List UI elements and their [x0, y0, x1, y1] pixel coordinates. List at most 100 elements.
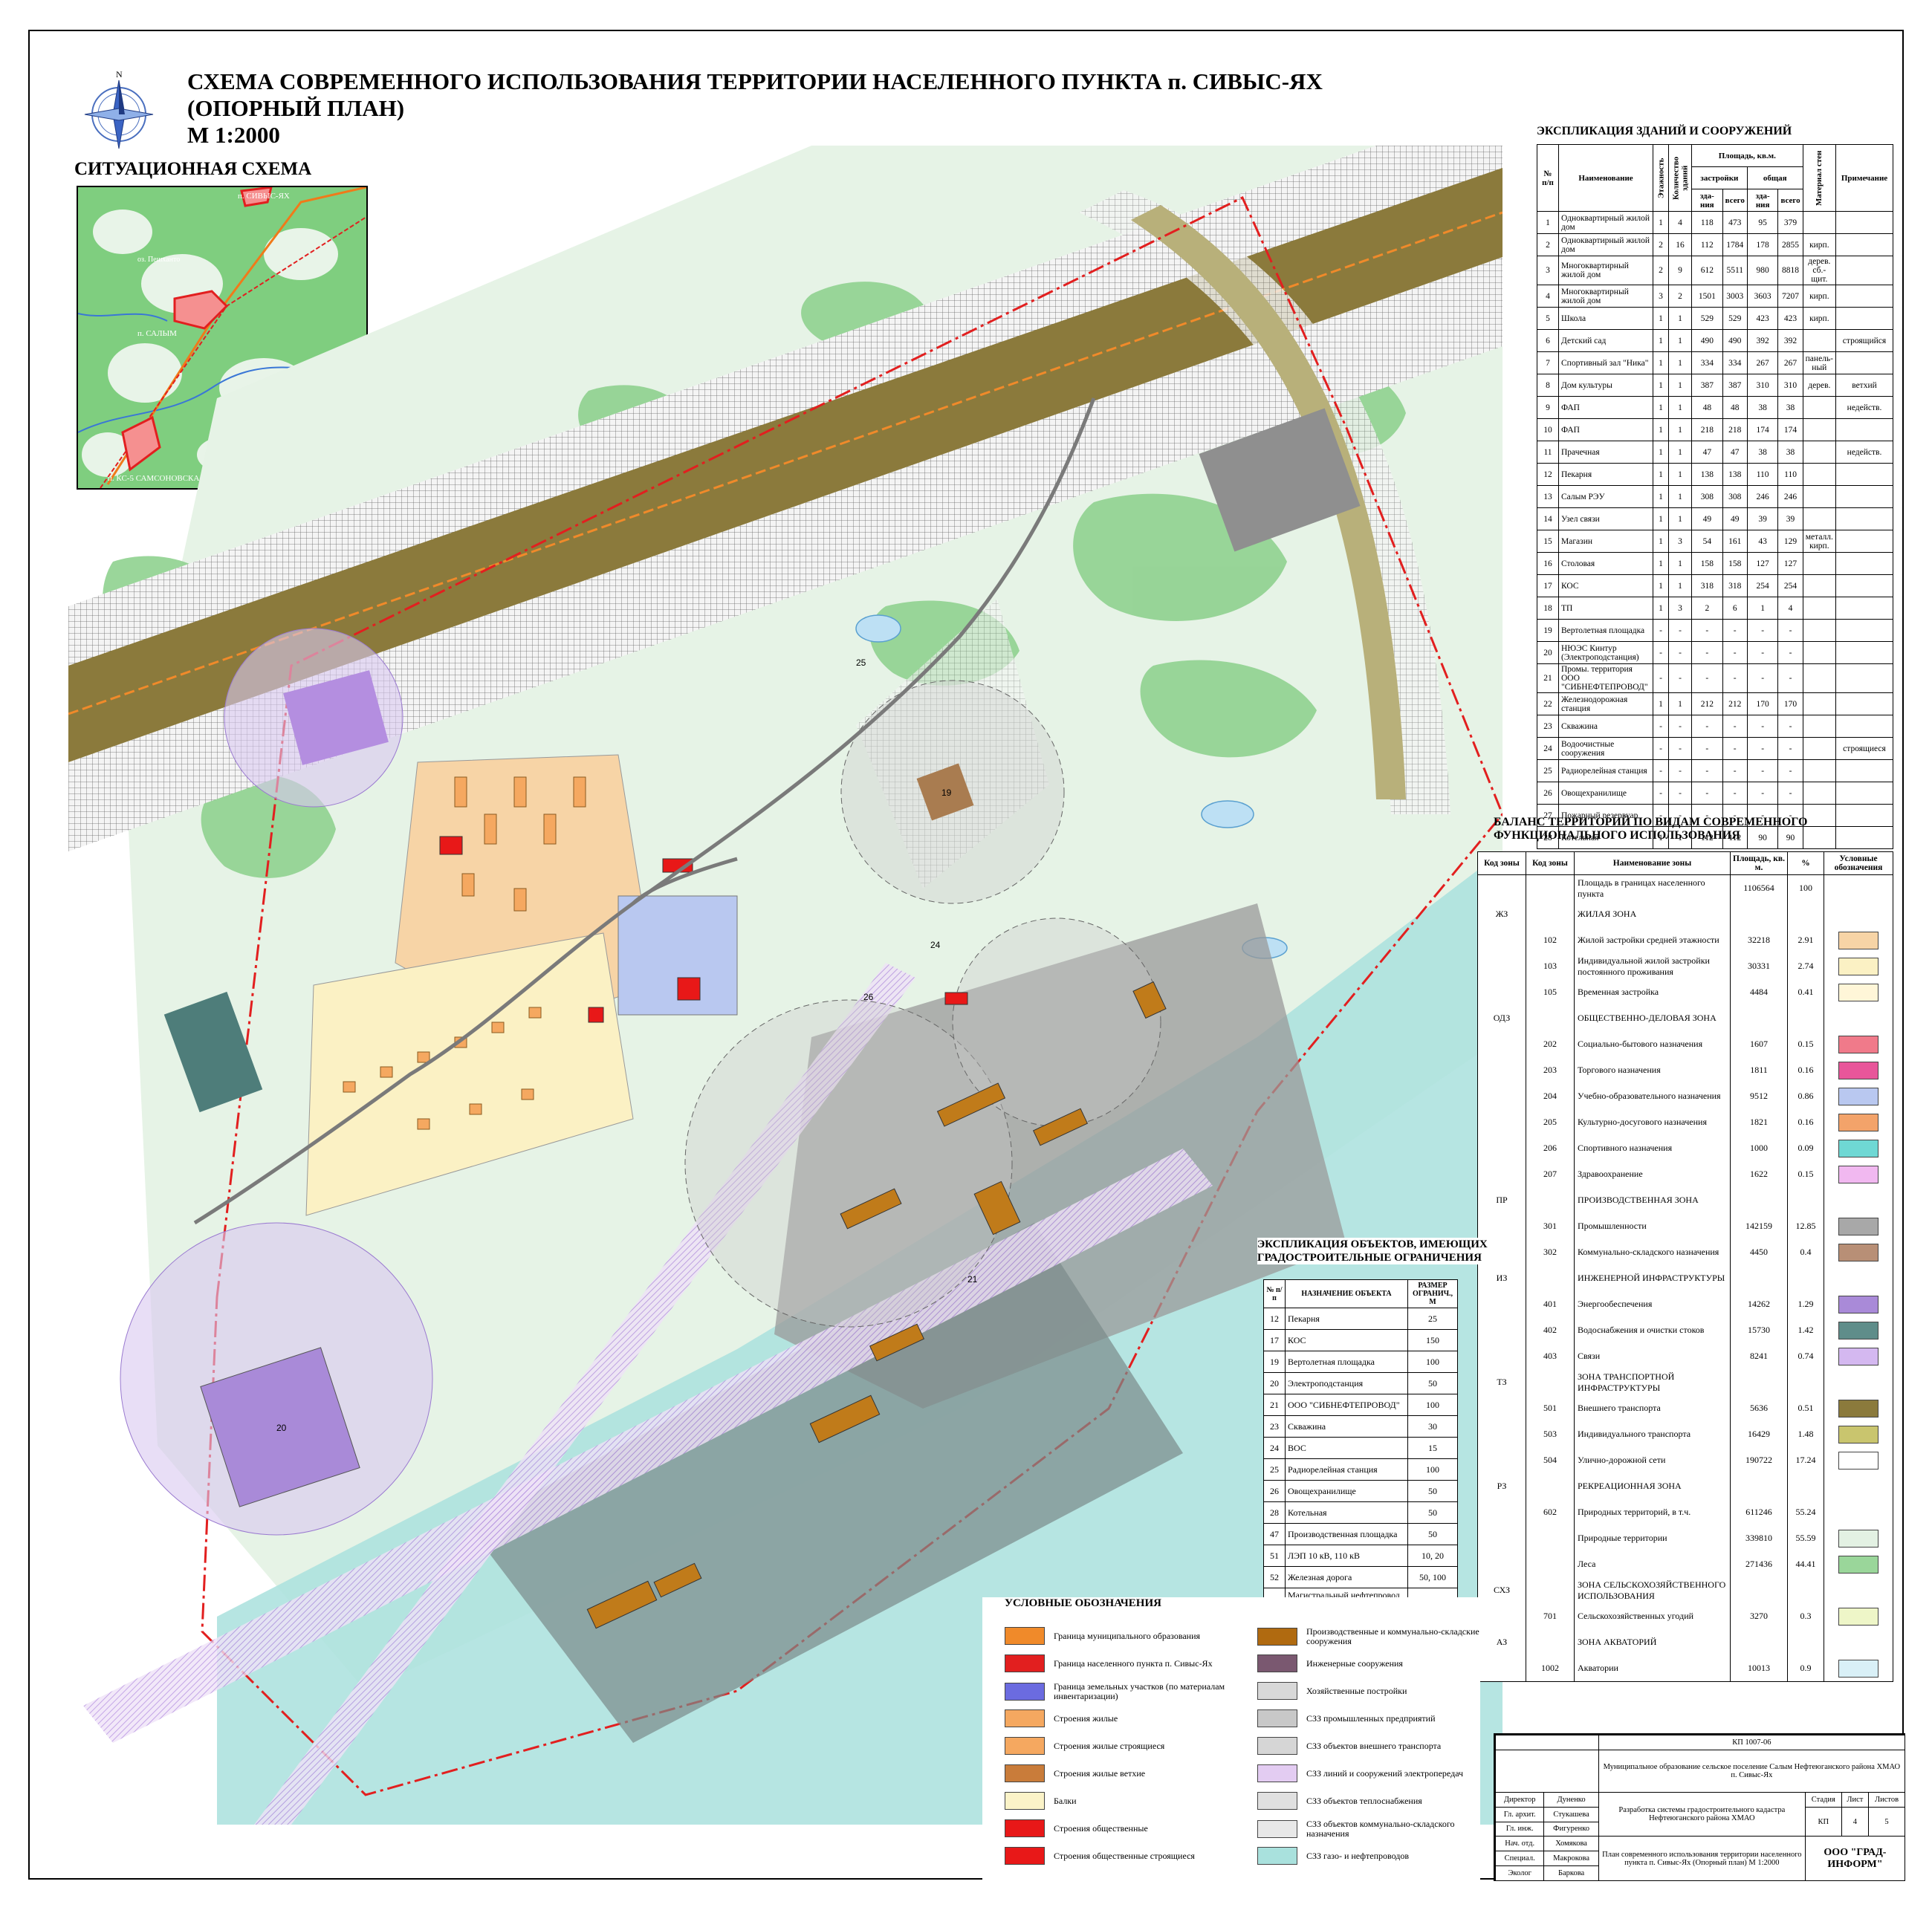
- legend-label: Строения жилые: [1054, 1712, 1118, 1724]
- balance-row: 103 Индивидуальной жилой застройки постоя…: [1477, 953, 1893, 979]
- objects-cell: Скважина: [1285, 1415, 1408, 1438]
- objects-cell: 50: [1407, 1372, 1458, 1394]
- explication-cell: [1835, 256, 1893, 285]
- explication-row: 21 Промы. территория ООО "СИБНЕФТЕПРОВОД"…: [1537, 663, 1893, 693]
- explication-cell: -: [1722, 641, 1748, 664]
- balance-cell-name: Площадь в границах населенного пункта: [1574, 874, 1731, 901]
- explication-cell: Многоквартирный жилой дом: [1558, 285, 1653, 308]
- balance-cell-pct: [1787, 1369, 1824, 1395]
- balance-cell-c: 105: [1526, 979, 1575, 1005]
- legend-swatch: [1257, 1737, 1297, 1755]
- col-built: застройки: [1691, 166, 1748, 189]
- explication-cell: [1802, 507, 1837, 530]
- explication-cell: -: [1746, 641, 1779, 664]
- svg-text:N: N: [116, 69, 123, 79]
- balance-cell-z: [1477, 1317, 1526, 1343]
- obj-col-name: НАЗНАЧЕНИЕ ОБЪЕКТА: [1285, 1279, 1408, 1308]
- explication-cell: Радиорелейная станция: [1558, 759, 1653, 782]
- balance-cell-area: 14262: [1730, 1291, 1788, 1317]
- balance-cell-legend: [1824, 1395, 1893, 1421]
- balance-cell-legend: [1824, 1317, 1893, 1343]
- explication-cell: 13: [1537, 485, 1559, 508]
- explication-cell: Салым РЭУ: [1558, 485, 1653, 508]
- explication-cell: 174: [1777, 418, 1803, 441]
- explication-cell: [1835, 211, 1893, 234]
- explication-cell: [1802, 463, 1837, 486]
- objects-table: № п/п НАЗНАЧЕНИЕ ОБЪЕКТА РАЗМЕР ОГРАНИЧ.…: [1263, 1279, 1458, 1614]
- balance-cell-c: 103: [1526, 953, 1575, 979]
- compass-rose-icon: N: [83, 68, 155, 150]
- balance-cell-pct: 0.15: [1787, 1161, 1824, 1187]
- explication-cell: Столовая: [1558, 552, 1653, 575]
- balance-cell-name: Сельскохозяйственных угодий: [1574, 1603, 1731, 1629]
- explication-cell: -: [1653, 759, 1669, 782]
- col-material: Материал стен: [1803, 144, 1836, 212]
- legend-item: Балки: [1005, 1792, 1228, 1810]
- stamp-sheets-header: Листов: [1868, 1791, 1905, 1808]
- explication-row: 24 Водоочистные сооружения - - - - - - строящиес…: [1537, 737, 1893, 760]
- stamp-company: ООО "ГРАД-ИНФОРМ": [1804, 1836, 1906, 1881]
- explication-cell: [1835, 463, 1893, 486]
- explication-cell: 1: [1668, 485, 1692, 508]
- balance-cell-name: Коммунально-складского назначения: [1574, 1239, 1731, 1265]
- balance-cell-pct: 100: [1787, 874, 1824, 901]
- explication-cell: 334: [1691, 351, 1723, 374]
- balance-cell-pct: 0.3: [1787, 1603, 1824, 1629]
- balance-cell-c: 701: [1526, 1603, 1575, 1629]
- explication-row: 3 Многоквартирный жилой дом 2 9 612 5511 980 88…: [1537, 256, 1893, 285]
- objects-cell: Овощехранилище: [1285, 1480, 1408, 1502]
- objects-cell: 100: [1407, 1458, 1458, 1481]
- explication-cell: -: [1653, 715, 1669, 738]
- explication-cell: 1: [1668, 507, 1692, 530]
- explication-cell: 318: [1691, 574, 1723, 597]
- balance-cell-name: Культурно-досугового назначения: [1574, 1109, 1731, 1135]
- balance-cell-z: [1477, 1291, 1526, 1317]
- explication-cell: [1835, 552, 1893, 575]
- explication-cell: 1: [1668, 307, 1692, 330]
- explication-cell: -: [1691, 782, 1723, 805]
- explication-row: 14 Узел связи 1 1 49 49 39 39: [1537, 507, 1893, 530]
- objects-cell: Производственная площадка: [1285, 1523, 1408, 1545]
- stamp-sheets: 5: [1868, 1806, 1905, 1837]
- col-all-2: всего: [1777, 189, 1803, 212]
- objects-cell: ВОС: [1285, 1437, 1408, 1459]
- explication-cell: 5511: [1722, 256, 1748, 285]
- balance-cell-c: 207: [1526, 1161, 1575, 1187]
- explication-cell: [1802, 641, 1837, 664]
- explication-cell: 1: [1653, 574, 1669, 597]
- legend-item: Строения общественные: [1005, 1819, 1228, 1837]
- balance-row: 504 Улично-дорожной сети 190722 17.24: [1477, 1447, 1893, 1473]
- objects-cell: 51: [1263, 1545, 1286, 1567]
- explication-cell: 4: [1537, 285, 1559, 308]
- explication-cell: -: [1746, 737, 1779, 760]
- stamp-person: Стукашева: [1543, 1806, 1599, 1822]
- explication-table: № п/п Наименование Этажность Количество …: [1537, 144, 1893, 849]
- objects-row: 20 Электроподстанция 50: [1263, 1372, 1458, 1394]
- explication-cell: [1802, 692, 1837, 715]
- svg-text:19: 19: [941, 787, 952, 798]
- explication-cell: ветхий: [1835, 374, 1893, 397]
- balance-cell-name: Природных территорий, в т.ч.: [1574, 1499, 1731, 1525]
- explication-cell: 8: [1537, 374, 1559, 397]
- balance-cell-area: [1730, 901, 1788, 927]
- explication-cell: Железнодорожная станция: [1558, 692, 1653, 715]
- objects-cell: Вертолетная площадка: [1285, 1351, 1408, 1373]
- explication-cell: Одноквартирный жилой дом: [1558, 233, 1653, 256]
- explication-cell: [1802, 574, 1837, 597]
- balance-cell-name: Спортивного назначения: [1574, 1135, 1731, 1161]
- legend-title: УСЛОВНЫЕ ОБОЗНАЧЕНИЯ: [1005, 1597, 1161, 1609]
- balance-cell-pct: 0.74: [1787, 1343, 1824, 1369]
- explication-cell: 387: [1722, 374, 1748, 397]
- balance-cell-z: АЗ: [1477, 1629, 1526, 1655]
- balance-cell-pct: 0.16: [1787, 1057, 1824, 1083]
- explication-row: 4 Многоквартирный жилой дом 3 2 1501 3003 3603…: [1537, 285, 1893, 308]
- legend-swatch: [1005, 1819, 1045, 1837]
- legend-swatch: [1838, 1399, 1878, 1417]
- explication-cell: 246: [1746, 485, 1779, 508]
- objects-cell: Пекарня: [1285, 1308, 1408, 1330]
- objects-cell: 28: [1263, 1501, 1286, 1524]
- legend-swatch: [1005, 1709, 1045, 1727]
- balance-row: ПР ПРОИЗВОДСТВЕННАЯ ЗОНА: [1477, 1187, 1893, 1213]
- explication-cell: 1: [1668, 574, 1692, 597]
- explication-cell: 392: [1777, 329, 1803, 352]
